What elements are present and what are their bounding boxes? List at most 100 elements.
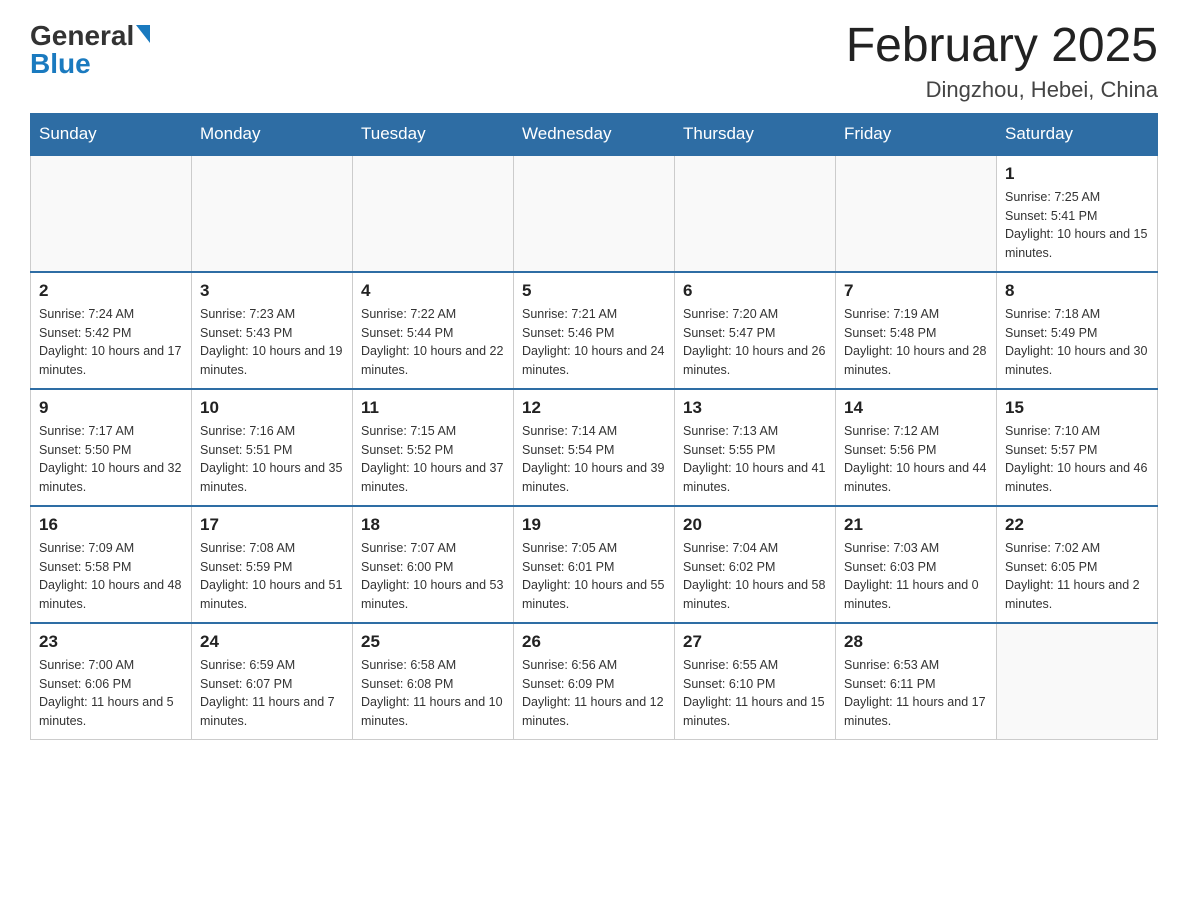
day-number: 24 [200,632,344,652]
calendar-cell [836,155,997,272]
day-number: 10 [200,398,344,418]
day-info: Sunrise: 7:21 AM Sunset: 5:46 PM Dayligh… [522,305,666,380]
day-number: 18 [361,515,505,535]
day-info: Sunrise: 6:53 AM Sunset: 6:11 PM Dayligh… [844,656,988,731]
calendar-cell: 8 Sunrise: 7:18 AM Sunset: 5:49 PM Daylig… [997,272,1158,389]
day-info: Sunrise: 7:09 AM Sunset: 5:58 PM Dayligh… [39,539,183,614]
day-info: Sunrise: 7:12 AM Sunset: 5:56 PM Dayligh… [844,422,988,497]
day-number: 19 [522,515,666,535]
calendar-cell [192,155,353,272]
calendar-header-row: SundayMondayTuesdayWednesdayThursdayFrid… [31,113,1158,155]
calendar-cell: 15 Sunrise: 7:10 AM Sunset: 5:57 PM Dayli… [997,389,1158,506]
day-number: 7 [844,281,988,301]
day-info: Sunrise: 7:14 AM Sunset: 5:54 PM Dayligh… [522,422,666,497]
calendar-cell: 19 Sunrise: 7:05 AM Sunset: 6:01 PM Dayli… [514,506,675,623]
day-info: Sunrise: 7:20 AM Sunset: 5:47 PM Dayligh… [683,305,827,380]
week-row-4: 16Sunrise: 7:09 AM Sunset: 5:58 PM Dayli… [31,506,1158,623]
calendar-cell: 13 Sunrise: 7:13 AM Sunset: 5:55 PM Dayli… [675,389,836,506]
page-header: General Blue February 2025 Dingzhou, Heb… [30,20,1158,103]
calendar-cell: 5Sunrise: 7:21 AM Sunset: 5:46 PM Daylig… [514,272,675,389]
day-info: Sunrise: 7:07 AM Sunset: 6:00 PM Dayligh… [361,539,505,614]
day-number: 14 [844,398,988,418]
calendar-cell: 20 Sunrise: 7:04 AM Sunset: 6:02 PM Dayli… [675,506,836,623]
column-header-friday: Friday [836,113,997,155]
calendar-cell: 25 Sunrise: 6:58 AM Sunset: 6:08 PM Dayli… [353,623,514,740]
calendar-cell: 9 Sunrise: 7:17 AM Sunset: 5:50 PM Daylig… [31,389,192,506]
week-row-3: 9 Sunrise: 7:17 AM Sunset: 5:50 PM Daylig… [31,389,1158,506]
calendar-cell [31,155,192,272]
column-header-tuesday: Tuesday [353,113,514,155]
day-number: 3 [200,281,344,301]
day-info: Sunrise: 7:00 AM Sunset: 6:06 PM Dayligh… [39,656,183,731]
day-number: 28 [844,632,988,652]
day-info: Sunrise: 6:56 AM Sunset: 6:09 PM Dayligh… [522,656,666,731]
day-number: 22 [1005,515,1149,535]
calendar-cell: 2 Sunrise: 7:24 AM Sunset: 5:42 PM Daylig… [31,272,192,389]
day-info: Sunrise: 7:19 AM Sunset: 5:48 PM Dayligh… [844,305,988,380]
day-number: 4 [361,281,505,301]
day-number: 23 [39,632,183,652]
day-number: 9 [39,398,183,418]
day-number: 13 [683,398,827,418]
day-info: Sunrise: 7:10 AM Sunset: 5:57 PM Dayligh… [1005,422,1149,497]
calendar-cell: 28 Sunrise: 6:53 AM Sunset: 6:11 PM Dayli… [836,623,997,740]
day-info: Sunrise: 7:22 AM Sunset: 5:44 PM Dayligh… [361,305,505,380]
calendar-cell: 23 Sunrise: 7:00 AM Sunset: 6:06 PM Dayli… [31,623,192,740]
day-info: Sunrise: 7:17 AM Sunset: 5:50 PM Dayligh… [39,422,183,497]
day-info: Sunrise: 7:18 AM Sunset: 5:49 PM Dayligh… [1005,305,1149,380]
day-number: 8 [1005,281,1149,301]
day-info: Sunrise: 7:02 AM Sunset: 6:05 PM Dayligh… [1005,539,1149,614]
calendar-cell: 14 Sunrise: 7:12 AM Sunset: 5:56 PM Dayli… [836,389,997,506]
day-info: Sunrise: 7:25 AM Sunset: 5:41 PM Dayligh… [1005,188,1149,263]
calendar-cell: 17 Sunrise: 7:08 AM Sunset: 5:59 PM Dayli… [192,506,353,623]
column-header-sunday: Sunday [31,113,192,155]
day-number: 21 [844,515,988,535]
calendar-cell: 4 Sunrise: 7:22 AM Sunset: 5:44 PM Daylig… [353,272,514,389]
day-number: 17 [200,515,344,535]
calendar-cell: 12Sunrise: 7:14 AM Sunset: 5:54 PM Dayli… [514,389,675,506]
calendar-cell: 26 Sunrise: 6:56 AM Sunset: 6:09 PM Dayli… [514,623,675,740]
day-number: 20 [683,515,827,535]
day-info: Sunrise: 7:15 AM Sunset: 5:52 PM Dayligh… [361,422,505,497]
calendar-cell: 3Sunrise: 7:23 AM Sunset: 5:43 PM Daylig… [192,272,353,389]
calendar-cell: 16Sunrise: 7:09 AM Sunset: 5:58 PM Dayli… [31,506,192,623]
day-number: 1 [1005,164,1149,184]
calendar-subtitle: Dingzhou, Hebei, China [846,77,1158,103]
day-info: Sunrise: 6:59 AM Sunset: 6:07 PM Dayligh… [200,656,344,731]
calendar-cell: 21 Sunrise: 7:03 AM Sunset: 6:03 PM Dayli… [836,506,997,623]
day-number: 11 [361,398,505,418]
day-number: 25 [361,632,505,652]
column-header-saturday: Saturday [997,113,1158,155]
day-info: Sunrise: 7:05 AM Sunset: 6:01 PM Dayligh… [522,539,666,614]
day-number: 15 [1005,398,1149,418]
calendar-cell: 27 Sunrise: 6:55 AM Sunset: 6:10 PM Dayli… [675,623,836,740]
column-header-thursday: Thursday [675,113,836,155]
calendar-cell: 22 Sunrise: 7:02 AM Sunset: 6:05 PM Dayli… [997,506,1158,623]
day-info: Sunrise: 7:03 AM Sunset: 6:03 PM Dayligh… [844,539,988,614]
week-row-1: 1 Sunrise: 7:25 AM Sunset: 5:41 PM Daylig… [31,155,1158,272]
day-info: Sunrise: 7:24 AM Sunset: 5:42 PM Dayligh… [39,305,183,380]
day-number: 27 [683,632,827,652]
day-info: Sunrise: 7:08 AM Sunset: 5:59 PM Dayligh… [200,539,344,614]
day-number: 2 [39,281,183,301]
calendar-cell: 18 Sunrise: 7:07 AM Sunset: 6:00 PM Dayli… [353,506,514,623]
logo-arrow-icon [136,25,150,43]
day-info: Sunrise: 7:13 AM Sunset: 5:55 PM Dayligh… [683,422,827,497]
column-header-wednesday: Wednesday [514,113,675,155]
calendar-title: February 2025 [846,20,1158,73]
day-info: Sunrise: 6:58 AM Sunset: 6:08 PM Dayligh… [361,656,505,731]
calendar-cell: 10 Sunrise: 7:16 AM Sunset: 5:51 PM Dayli… [192,389,353,506]
calendar-cell: 11 Sunrise: 7:15 AM Sunset: 5:52 PM Dayli… [353,389,514,506]
day-info: Sunrise: 7:16 AM Sunset: 5:51 PM Dayligh… [200,422,344,497]
column-header-monday: Monday [192,113,353,155]
week-row-2: 2 Sunrise: 7:24 AM Sunset: 5:42 PM Daylig… [31,272,1158,389]
day-info: Sunrise: 7:04 AM Sunset: 6:02 PM Dayligh… [683,539,827,614]
calendar-cell: 24 Sunrise: 6:59 AM Sunset: 6:07 PM Dayli… [192,623,353,740]
logo: General Blue [30,20,150,80]
logo-blue-text: Blue [30,48,150,80]
day-info: Sunrise: 6:55 AM Sunset: 6:10 PM Dayligh… [683,656,827,731]
day-number: 26 [522,632,666,652]
week-row-5: 23 Sunrise: 7:00 AM Sunset: 6:06 PM Dayli… [31,623,1158,740]
calendar-cell [997,623,1158,740]
calendar-cell: 6Sunrise: 7:20 AM Sunset: 5:47 PM Daylig… [675,272,836,389]
